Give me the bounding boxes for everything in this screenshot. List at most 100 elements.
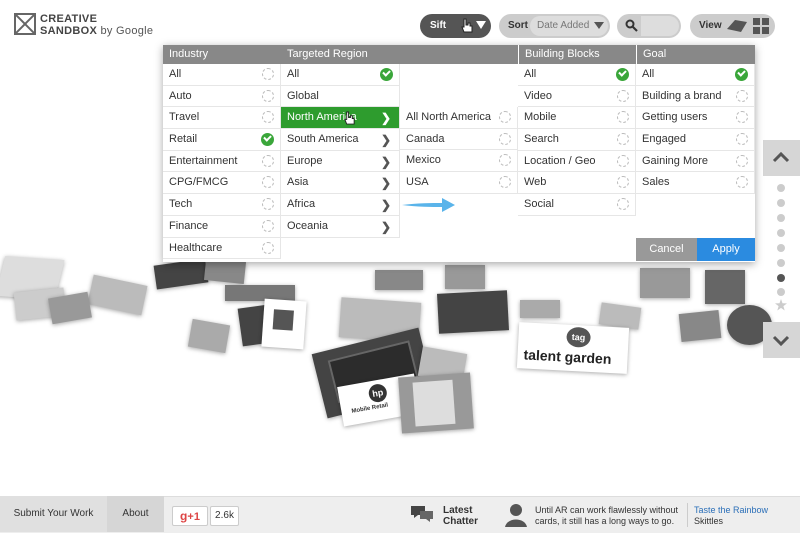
industry-item[interactable]: Entertainment: [163, 150, 281, 173]
page-dot[interactable]: [777, 199, 785, 207]
project-card-talent-garden[interactable]: tag talent garden: [516, 322, 630, 374]
goal-item[interactable]: Sales: [636, 172, 755, 195]
project-card[interactable]: [153, 258, 209, 290]
region-item[interactable]: Global: [281, 85, 400, 108]
subregion-item[interactable]: Canada: [400, 128, 518, 151]
unchecked-icon: [262, 241, 274, 254]
search-input[interactable]: [641, 16, 679, 36]
goal-item[interactable]: Gaining More: [636, 150, 755, 173]
industry-item[interactable]: Auto: [163, 85, 281, 108]
project-card[interactable]: [398, 372, 474, 434]
unchecked-icon: [736, 133, 748, 146]
region-item-selected[interactable]: North America ❯: [281, 107, 400, 130]
blocks-item[interactable]: Search: [518, 129, 636, 151]
blocks-item[interactable]: Social: [518, 194, 636, 216]
scroll-up-button[interactable]: [763, 140, 800, 176]
project-card[interactable]: [598, 302, 642, 330]
project-card[interactable]: [705, 270, 745, 304]
page-dot[interactable]: [777, 259, 785, 267]
project-card[interactable]: [187, 318, 231, 354]
region-list: All Global North America ❯ South America ❯…: [281, 64, 400, 238]
unchecked-icon: [499, 154, 511, 167]
page-dot[interactable]: [777, 214, 785, 222]
industry-item[interactable]: Tech: [163, 194, 281, 216]
star-icon[interactable]: [775, 299, 787, 311]
cancel-button[interactable]: Cancel: [636, 238, 697, 261]
goal-item[interactable]: Building a brand: [636, 85, 755, 108]
industry-item[interactable]: Travel: [163, 107, 281, 130]
industry-item[interactable]: Healthcare: [163, 237, 281, 260]
sort-select[interactable]: Date Added: [530, 16, 608, 36]
sort-control[interactable]: Sort Date Added: [499, 14, 610, 38]
project-card[interactable]: [437, 290, 509, 334]
blocks-item[interactable]: All: [518, 64, 636, 86]
subregion-item[interactable]: USA: [400, 172, 518, 194]
project-card[interactable]: [225, 285, 295, 301]
region-item[interactable]: Asia ❯: [281, 172, 400, 195]
page-dot-active[interactable]: [777, 274, 785, 282]
item-label: Video: [524, 89, 552, 102]
project-card[interactable]: [445, 265, 485, 289]
region-item[interactable]: All: [281, 64, 400, 86]
project-card[interactable]: [520, 300, 560, 318]
industry-item[interactable]: Finance: [163, 215, 281, 238]
item-label: Global: [287, 89, 319, 102]
logo-text[interactable]: CREATIVE SANDBOX by Google: [40, 13, 153, 37]
project-card[interactable]: [640, 268, 690, 298]
scroll-down-button[interactable]: [763, 322, 800, 358]
about-link[interactable]: About: [107, 496, 164, 532]
item-label: Finance: [169, 219, 209, 232]
blocks-item[interactable]: Location / Geo: [518, 150, 636, 173]
industry-item[interactable]: CPG/FMCG: [163, 172, 281, 195]
item-label: Getting users: [642, 111, 708, 124]
gplus-count: 2.6k: [210, 506, 239, 526]
unchecked-icon: [617, 111, 629, 124]
logo-icon[interactable]: [14, 13, 36, 35]
goal-item[interactable]: All: [636, 64, 755, 86]
apply-button[interactable]: Apply: [697, 238, 755, 261]
gplus-label: +1: [187, 511, 200, 523]
page-dot[interactable]: [777, 244, 785, 252]
blocks-list: All Video Mobile Search Location / Geo W…: [518, 64, 636, 216]
blocks-item[interactable]: Video: [518, 85, 636, 108]
page-dot[interactable]: [777, 229, 785, 237]
region-item[interactable]: Europe ❯: [281, 150, 400, 173]
goal-item[interactable]: Getting users: [636, 107, 755, 130]
view-control[interactable]: View: [690, 14, 775, 38]
project-card[interactable]: [87, 274, 148, 316]
page-dot[interactable]: [777, 184, 785, 192]
chatter-link[interactable]: Taste the Rainbow Skittles: [694, 505, 768, 527]
project-card[interactable]: [261, 298, 307, 350]
grid-view-icon[interactable]: [753, 18, 769, 34]
chevron-up-icon: [772, 151, 790, 163]
project-card[interactable]: [375, 270, 423, 290]
industry-header: Industry: [163, 45, 281, 64]
item-label: South America: [287, 133, 359, 146]
sift-button[interactable]: Sift: [420, 14, 491, 38]
google-plus-button[interactable]: g+1: [172, 506, 208, 526]
unchecked-icon: [736, 111, 748, 124]
item-label: Location / Geo: [524, 154, 596, 167]
region-item[interactable]: South America ❯: [281, 129, 400, 151]
goal-list: All Building a brand Getting users Engag…: [636, 64, 755, 195]
region-item[interactable]: Oceania ❯: [281, 215, 400, 238]
item-label: Entertainment: [169, 154, 238, 167]
search-control[interactable]: [617, 14, 681, 38]
goal-header: Goal: [636, 45, 755, 64]
submit-work-link[interactable]: Submit Your Work: [0, 496, 107, 532]
industry-item[interactable]: All: [163, 64, 281, 86]
project-card[interactable]: [48, 291, 92, 325]
unchecked-icon: [499, 176, 511, 189]
page-dot[interactable]: [777, 288, 785, 296]
blocks-item[interactable]: Web: [518, 172, 636, 195]
goal-item[interactable]: Engaged: [636, 129, 755, 151]
subregion-item[interactable]: Mexico: [400, 150, 518, 173]
scatter-view-icon[interactable]: [725, 17, 749, 35]
blocks-item[interactable]: Mobile: [518, 107, 636, 130]
industry-item[interactable]: Retail: [163, 129, 281, 151]
region-item[interactable]: Africa ❯: [281, 194, 400, 216]
unchecked-icon: [736, 154, 748, 167]
subregion-item[interactable]: All North America: [400, 107, 518, 129]
project-card[interactable]: [678, 309, 722, 343]
item-label: Sales: [642, 176, 670, 189]
